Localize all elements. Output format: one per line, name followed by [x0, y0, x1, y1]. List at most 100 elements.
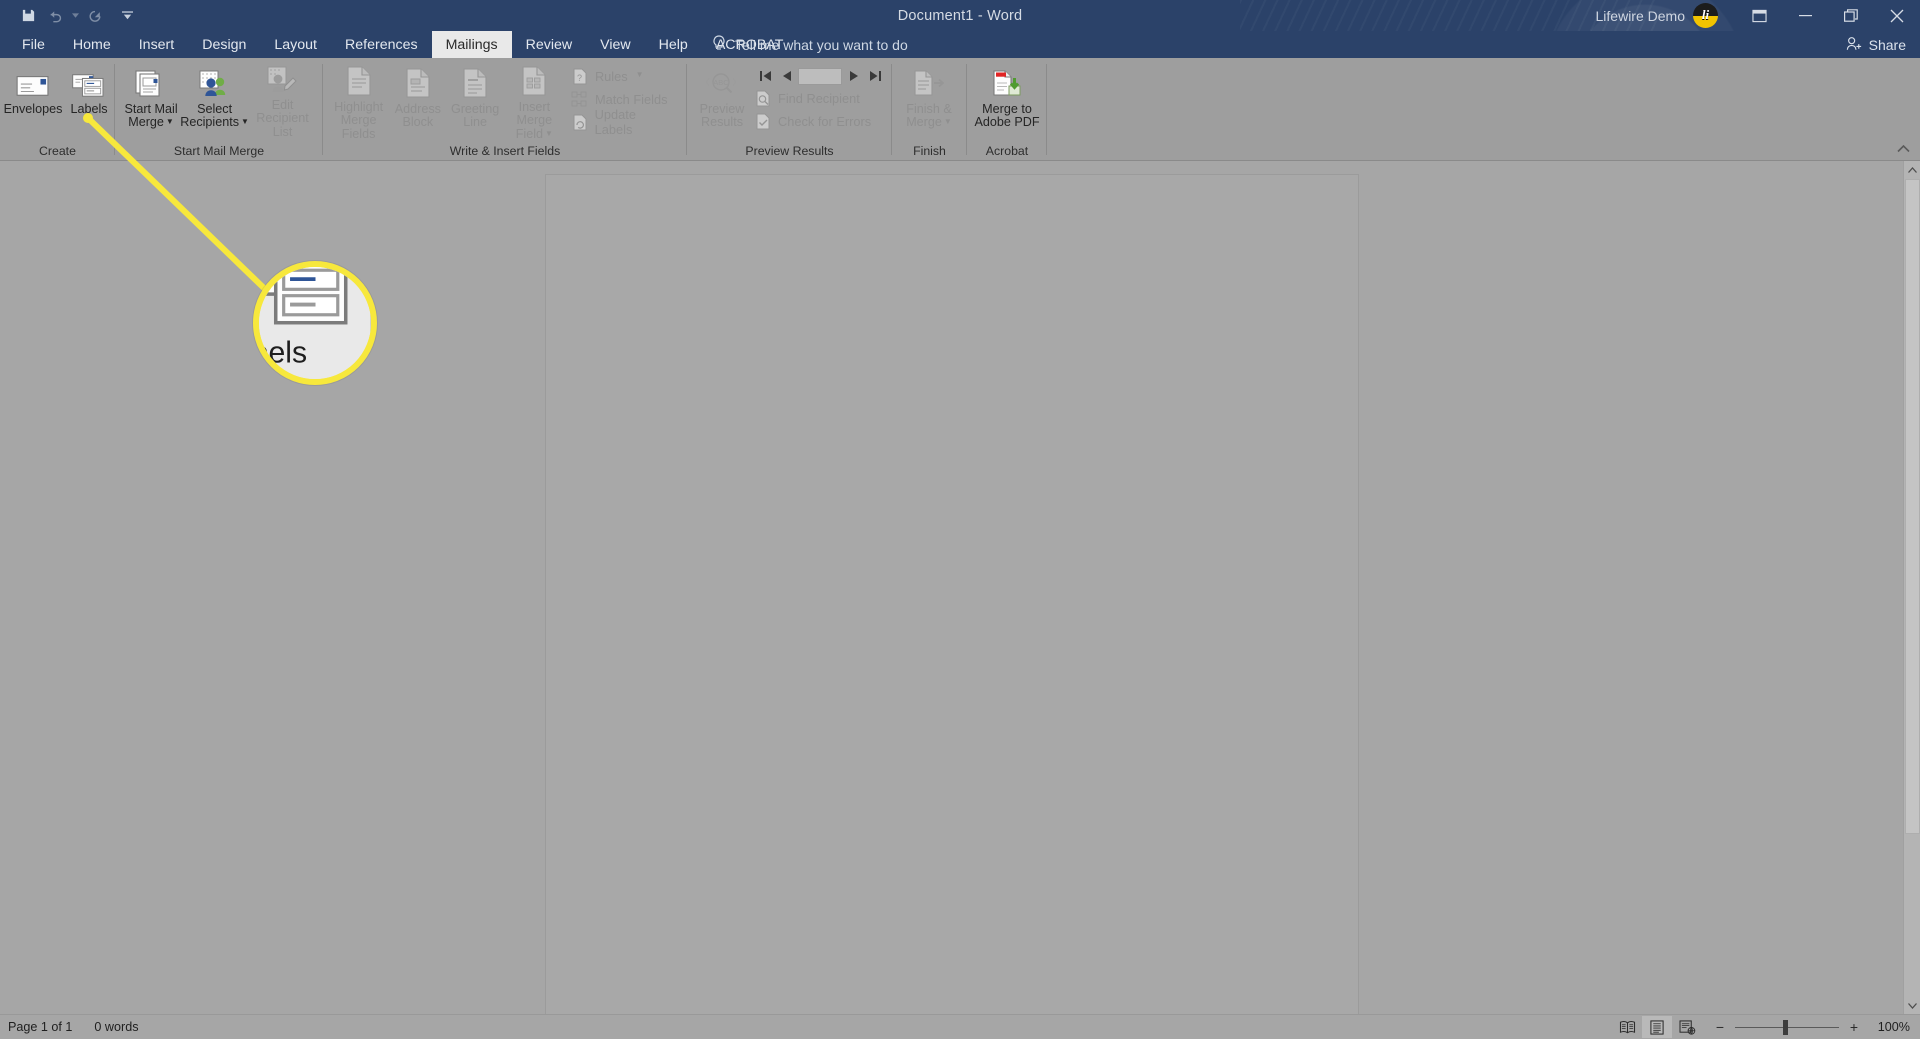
group-label-preview-results: Preview Results	[745, 144, 834, 158]
chevron-down-icon[interactable]: ▼	[166, 117, 174, 126]
minimize-icon[interactable]	[1782, 0, 1828, 31]
highlight-fields-icon	[344, 65, 374, 97]
svg-text:?: ?	[577, 73, 582, 83]
recipients-icon	[198, 65, 232, 99]
status-bar-left: Page 1 of 1 0 words	[0, 1020, 139, 1034]
undo-dropdown-icon[interactable]	[70, 3, 81, 29]
envelopes-button[interactable]: Envelopes	[4, 61, 62, 135]
save-icon[interactable]	[14, 3, 42, 29]
write-insert-small-buttons: ? Rules ▼ Match Fields Update Labels	[569, 61, 682, 137]
greeting-line-button: Greeting Line	[446, 61, 503, 135]
vertical-scrollbar[interactable]	[1903, 161, 1920, 1014]
record-number-input[interactable]	[798, 67, 842, 85]
address-block-label: Address Block	[394, 102, 441, 130]
title-bar-right-controls: Lifewire Demo li	[1596, 0, 1920, 31]
greeting-line-icon	[460, 65, 490, 99]
last-record-button[interactable]	[866, 67, 884, 85]
tab-layout[interactable]: Layout	[260, 31, 331, 58]
account-name[interactable]: Lifewire Demo	[1596, 8, 1685, 24]
adobe-pdf-icon	[990, 65, 1024, 99]
undo-icon[interactable]	[42, 3, 70, 29]
tell-me-search[interactable]: Tell me what you want to do	[712, 31, 908, 58]
tab-view[interactable]: View	[586, 31, 645, 58]
customize-qat-icon[interactable]	[113, 3, 141, 29]
tab-design[interactable]: Design	[188, 31, 260, 58]
greeting-line-label: Greeting Line	[450, 102, 500, 130]
match-fields-icon	[571, 90, 589, 108]
first-record-button[interactable]	[756, 67, 774, 85]
chevron-down-icon[interactable]: ▼	[241, 117, 249, 126]
lightbulb-icon	[712, 34, 726, 55]
edit-recipient-list-button: Edit Recipient List	[247, 61, 318, 139]
labels-label: Labels	[70, 102, 108, 116]
ribbon-display-options-icon[interactable]	[1736, 0, 1782, 31]
find-recipient-icon	[754, 90, 772, 108]
address-block-button: Address Block	[389, 61, 446, 135]
web-layout-view-button[interactable]	[1672, 1016, 1702, 1038]
record-navigation	[752, 65, 884, 87]
share-person-icon	[1846, 36, 1862, 54]
ribbon-group-create: Envelopes Labels Create	[0, 58, 115, 161]
preview-results-label: Preview Results	[699, 102, 745, 130]
rules-icon: ?	[571, 67, 589, 85]
tab-home[interactable]: Home	[59, 31, 125, 58]
scrollbar-thumb[interactable]	[1905, 179, 1920, 834]
edit-recipient-icon	[266, 65, 300, 95]
labels-button[interactable]: Labels	[61, 61, 117, 135]
previous-record-button[interactable]	[777, 67, 795, 85]
share-button[interactable]: Share	[1846, 31, 1906, 58]
share-label: Share	[1868, 36, 1906, 53]
find-recipient-label: Find Recipient	[778, 91, 860, 106]
select-recipients-text: Select Recipients	[180, 102, 240, 130]
start-mail-merge-button[interactable]: Start Mail Merge ▼	[120, 61, 182, 135]
avatar[interactable]: li	[1693, 3, 1718, 28]
start-mail-merge-label: Start Mail Merge ▼	[120, 102, 182, 131]
print-layout-view-button[interactable]	[1642, 1016, 1672, 1038]
labels-icon	[71, 65, 107, 99]
ribbon-tab-bar: File Home Insert Design Layout Reference…	[0, 31, 1920, 58]
select-recipients-button[interactable]: Select Recipients ▼	[180, 61, 249, 135]
status-bar-right: − + 100%	[1612, 1016, 1910, 1038]
scroll-up-icon[interactable]	[1904, 161, 1920, 178]
zoom-slider[interactable]	[1735, 1019, 1839, 1035]
preview-results-button: ABC Preview Results	[692, 61, 752, 135]
ribbon: Envelopes Labels Create Start Mail Merge…	[0, 58, 1920, 161]
next-record-button[interactable]	[845, 67, 863, 85]
scroll-down-icon[interactable]	[1904, 997, 1920, 1014]
chevron-down-icon: ▼	[545, 128, 553, 138]
collapse-ribbon-icon[interactable]	[1897, 144, 1910, 156]
avatar-initials: li	[1701, 6, 1710, 22]
preview-results-controls: Find Recipient Check for Errors	[752, 61, 884, 135]
match-fields-label: Match Fields	[594, 91, 668, 107]
tab-references[interactable]: References	[331, 31, 432, 58]
zoom-percentage[interactable]: 100%	[1870, 1020, 1910, 1034]
page-indicator[interactable]: Page 1 of 1	[8, 1020, 72, 1034]
insert-merge-field-icon	[519, 65, 549, 97]
callout-magnified-content: es Labels	[259, 267, 371, 379]
zoom-out-button[interactable]: −	[1714, 1019, 1726, 1035]
word-count[interactable]: 0 words	[94, 1020, 138, 1034]
read-mode-view-button[interactable]	[1612, 1016, 1642, 1038]
update-labels-label: Update Labels	[594, 107, 636, 137]
merge-to-adobe-pdf-button[interactable]: Merge to Adobe PDF	[972, 61, 1042, 135]
group-divider	[1046, 64, 1047, 155]
tab-file[interactable]: File	[8, 31, 59, 58]
ribbon-group-acrobat: Merge to Adobe PDF Acrobat	[967, 58, 1047, 161]
word-application-window: Document1 - Word Lifewire Demo li File H	[0, 0, 1920, 1039]
zoom-slider-thumb[interactable]	[1783, 1019, 1788, 1035]
close-icon[interactable]	[1874, 0, 1920, 31]
insert-merge-field-label: Insert Merge Field ▼	[504, 100, 565, 142]
tab-insert[interactable]: Insert	[125, 31, 188, 58]
tab-mailings[interactable]: Mailings	[431, 31, 512, 58]
tab-review[interactable]: Review	[512, 31, 587, 58]
group-label-start-mail-merge: Start Mail Merge	[173, 144, 265, 158]
restore-icon[interactable]	[1828, 0, 1874, 31]
tab-help[interactable]: Help	[645, 31, 702, 58]
zoom-in-button[interactable]: +	[1848, 1019, 1860, 1035]
group-label-write-insert-fields: Write & Insert Fields	[449, 144, 561, 158]
finish-and-merge-label: Finish & Merge ▼	[897, 102, 961, 131]
insert-merge-field-button: Insert Merge Field ▼	[504, 61, 565, 140]
document-page[interactable]	[545, 174, 1359, 1029]
redo-icon[interactable]	[81, 3, 109, 29]
status-bar: Page 1 of 1 0 words − + 100%	[0, 1014, 1920, 1039]
